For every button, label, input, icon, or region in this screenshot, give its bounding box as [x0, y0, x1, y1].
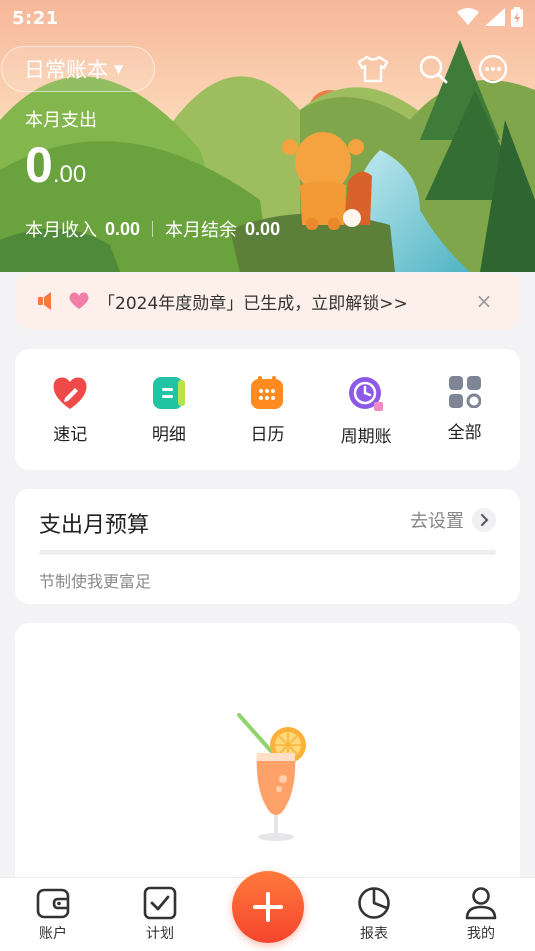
report-pie-icon: [358, 887, 390, 919]
notice-banner[interactable]: 「2024年度勋章」已生成，立即解锁>> ×: [16, 273, 519, 329]
wallet-icon: [36, 888, 70, 919]
shortcut-card: 速记 明细 日历 周期账 全部: [15, 349, 520, 470]
notice-text: 「2024年度勋章」已生成，立即解锁>>: [98, 293, 408, 314]
plan-check-icon: [143, 886, 177, 920]
calendar-icon: [251, 376, 284, 409]
search-icon[interactable]: [417, 53, 449, 85]
budget-setting-button[interactable]: 去设置: [410, 507, 496, 533]
nav-plan[interactable]: 计划: [120, 886, 200, 943]
shortcut-all[interactable]: 全部: [420, 349, 510, 470]
month-income-label: 本月收入: [25, 220, 97, 241]
shortcut-quick-note[interactable]: 速记: [25, 349, 115, 470]
nav-label: 账户: [39, 926, 67, 942]
budget-title: 支出月预算: [39, 513, 150, 538]
caret-down-icon: ▼: [114, 62, 124, 76]
shortcut-calendar[interactable]: 日历: [222, 349, 312, 470]
heart-icon: [69, 292, 89, 309]
shortcut-label: 日历: [250, 425, 285, 445]
header-banner: 5:21 日常账本 ▼ 本月支出 0.00 本月收入 0.00 本月结余 0.0…: [0, 0, 535, 272]
wifi-icon: [457, 8, 479, 25]
shortcut-cycle-bill[interactable]: 周期账: [321, 349, 411, 470]
system-icons: [457, 7, 523, 27]
battery-icon: [511, 7, 523, 27]
cycle-bill-icon: [349, 377, 384, 411]
chevron-right-icon: [472, 508, 496, 532]
add-record-button[interactable]: [232, 871, 304, 943]
detail-icon: [152, 377, 185, 409]
nav-report[interactable]: 报表: [334, 886, 414, 943]
shortcut-label: 全部: [447, 423, 482, 443]
nav-accounts[interactable]: 账户: [13, 886, 93, 943]
top-actions: [357, 53, 509, 85]
divider: [152, 221, 154, 237]
nav-profile[interactable]: 我的: [441, 886, 521, 943]
book-selector[interactable]: 日常账本 ▼: [1, 46, 155, 92]
budget-progress-bar: [39, 550, 496, 555]
shortcut-label: 周期账: [340, 427, 392, 447]
nav-label: 报表: [360, 926, 388, 942]
quick-note-icon: [53, 377, 87, 409]
status-time: 5:21: [12, 8, 59, 29]
signal-icon: [485, 8, 505, 26]
month-balance-label: 本月结余: [165, 220, 238, 241]
shortcut-detail[interactable]: 明细: [124, 349, 214, 470]
month-expense-decimal: .00: [52, 161, 87, 188]
profile-icon: [465, 887, 497, 920]
budget-setting-label: 去设置: [410, 511, 464, 532]
book-name: 日常账本: [24, 58, 108, 82]
all-grid-icon: [448, 376, 481, 408]
status-bar: 5:21: [0, 0, 535, 36]
income-balance-row: 本月收入 0.00 本月结余 0.00: [25, 216, 280, 242]
more-icon[interactable]: [477, 53, 509, 85]
budget-subtitle: 节制使我更富足: [39, 572, 152, 591]
close-icon[interactable]: ×: [473, 290, 495, 312]
month-expense-integer: 0: [25, 137, 53, 193]
month-expense-amount[interactable]: 0.00: [25, 136, 86, 194]
budget-card[interactable]: 支出月预算 去设置 节制使我更富足: [15, 489, 520, 604]
shortcut-label: 明细: [151, 425, 186, 445]
nav-label: 我的: [467, 926, 495, 942]
juice-illustration: [237, 713, 306, 841]
month-balance-value: 0.00: [245, 218, 281, 239]
shirt-icon[interactable]: [357, 53, 389, 85]
month-expense-label: 本月支出: [25, 110, 97, 131]
month-income-value: 0.00: [105, 218, 141, 239]
shortcut-label: 速记: [53, 425, 88, 445]
nav-label: 计划: [146, 926, 174, 942]
plus-icon: [253, 892, 283, 922]
speaker-icon: [38, 292, 51, 310]
